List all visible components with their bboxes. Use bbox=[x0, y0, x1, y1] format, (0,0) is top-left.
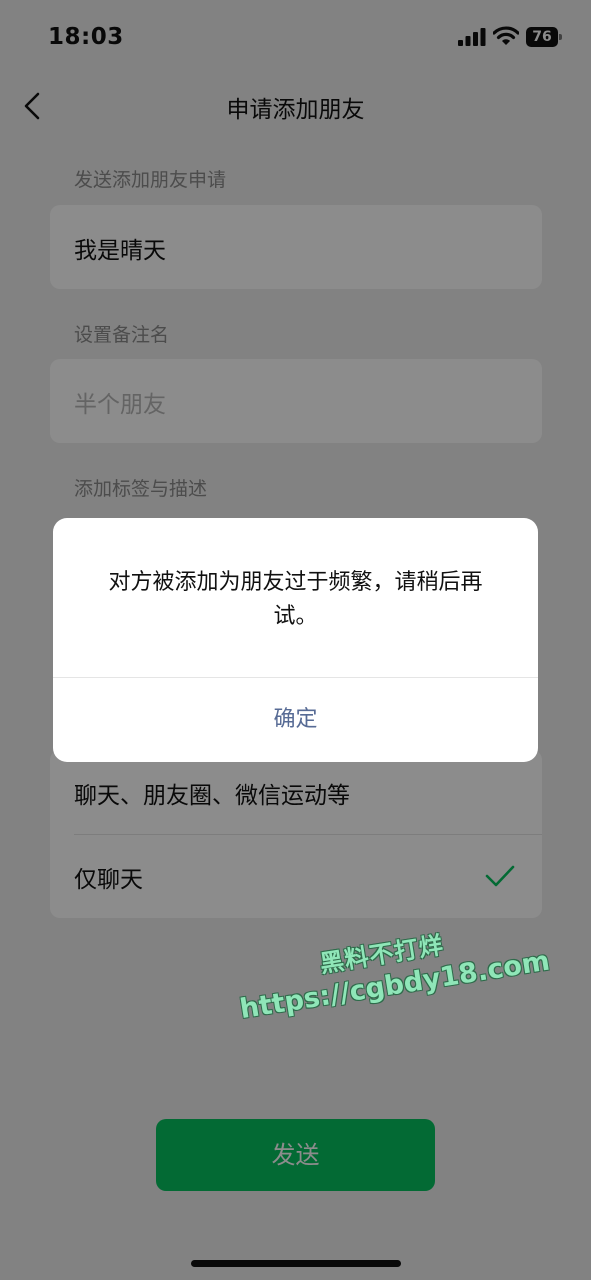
confirm-button[interactable]: 确定 bbox=[53, 678, 538, 762]
alert-dialog: 对方被添加为朋友过于频繁，请稍后再试。 确定 bbox=[53, 518, 538, 762]
alert-message: 对方被添加为朋友过于频繁，请稍后再试。 bbox=[108, 570, 483, 629]
